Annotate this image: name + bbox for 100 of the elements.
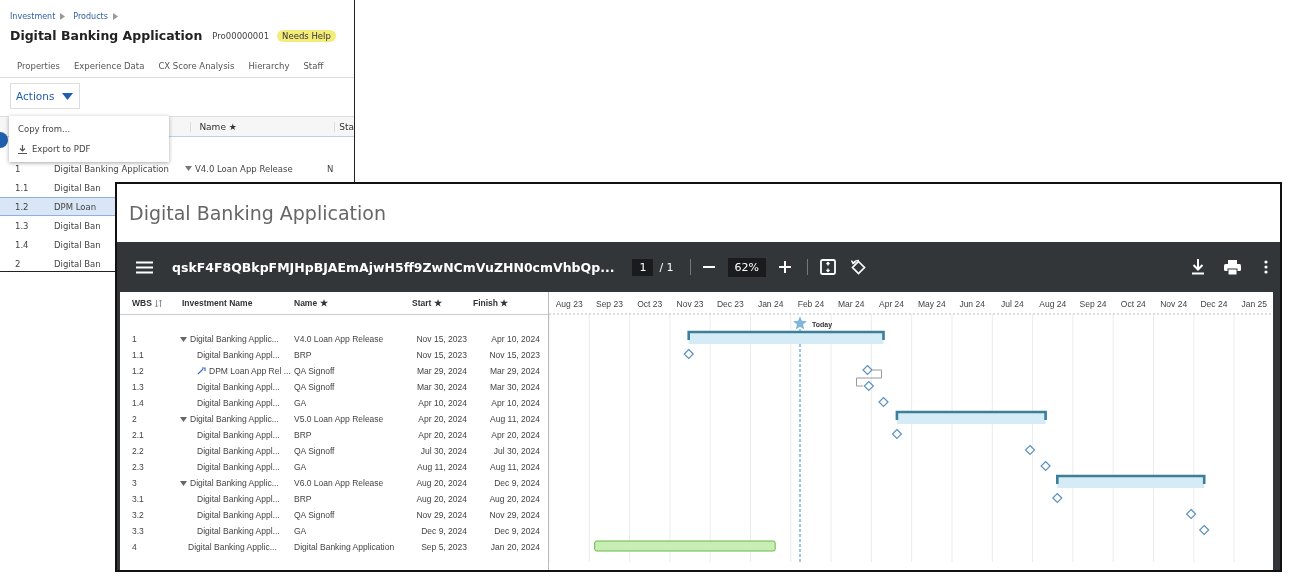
zoom-field[interactable]: 62% (727, 257, 767, 277)
table-cell-text: Nov 29, 2024 (415, 510, 467, 520)
table-cell-text: 1.1 (14, 182, 30, 193)
actions-button[interactable]: Actions (10, 83, 80, 109)
menu-icon[interactable] (136, 260, 153, 274)
fit-page-icon[interactable] (820, 259, 837, 275)
table-cell: Digital Banking Appl... (197, 510, 280, 520)
table-cell-text: 2 (14, 258, 22, 269)
table-cell-text: Aug 20, 2024 (415, 478, 467, 488)
table-cell-text: Apr 20, 2024 (417, 414, 467, 424)
table-cell-text: Aug 20, 2024 (415, 494, 467, 504)
table-cell-text: 1 (14, 163, 22, 174)
table-cell-text: Sep 5, 2023 (420, 542, 467, 552)
table-cell-text: Digital Ban (54, 220, 102, 231)
table-cell-text: 3 (131, 478, 138, 488)
table-cell-text: BRP (293, 430, 313, 440)
table-cell: Digital Banking Applic... (190, 334, 279, 344)
table-cell: V4.0 Loan App Release (195, 163, 293, 174)
table-row[interactable]: 1.3 Digital Ban (0, 216, 115, 235)
table-cell-text: Apr 10, 2024 (490, 334, 540, 344)
column-header: WBS (132, 298, 152, 308)
table-cell-text: Nov 29, 2024 (488, 510, 540, 520)
table-cell-text: Aug 11, 2024 (489, 462, 540, 472)
table-cell: Digital Banking Appl... (197, 526, 280, 536)
column-header: Name ★ (293, 298, 329, 308)
table-cell-text: 1.2 (131, 366, 145, 376)
column-header[interactable]: Sta (334, 121, 354, 132)
tab[interactable]: Hierarchy (248, 61, 290, 71)
table-cell-text: Apr 10, 2024 (417, 398, 467, 408)
table-row[interactable]: 2 Digital Ban (0, 254, 115, 271)
star-icon (793, 316, 807, 330)
milestone-diamond (1024, 444, 1036, 456)
table-cell: Digital Banking Appl... (197, 350, 280, 360)
table-cell-text: Nov 15, 2023 (415, 350, 467, 360)
table-cell-text: QA Signoff (293, 366, 336, 376)
tab[interactable]: Experience Data (73, 61, 145, 71)
table-cell-text: Aug 11, 2024 (489, 414, 540, 424)
tab[interactable]: CX Score Analysis (158, 61, 235, 71)
status-badge: Needs Help (277, 29, 336, 42)
milestone-diamond (1198, 524, 1210, 536)
column-header[interactable]: Name ★ (190, 121, 335, 132)
table-cell: Digital Banking Applic... (190, 414, 279, 424)
month-label: Jun 24 (959, 299, 985, 309)
table-cell-text: V4.0 Loan App Release (293, 334, 385, 344)
table-cell-text: Jul 30, 2024 (419, 446, 467, 456)
table-cell-text: 2.1 (131, 430, 145, 440)
rotate-icon[interactable] (850, 258, 868, 276)
table-row[interactable]: 1.4 Digital Ban (0, 235, 115, 254)
selected-row[interactable]: 1.2 DPM Loan (0, 197, 115, 216)
table-cell-text: 1.3 (14, 220, 30, 231)
table-cell-text: GA (293, 526, 308, 536)
page-number-field[interactable]: 1 (632, 258, 654, 276)
tab[interactable]: Properties (17, 61, 60, 71)
table-cell-text: Digital Ban (54, 239, 102, 250)
menu-item[interactable]: Export to PDF (9, 139, 169, 159)
menu-item[interactable]: Copy from... (9, 119, 169, 139)
table-cell-text: Jul 30, 2024 (492, 446, 540, 456)
milestone-diamond (863, 380, 875, 392)
expand-icon[interactable] (185, 166, 192, 171)
table-cell-text: 1.4 (14, 239, 30, 250)
zoom-in-icon[interactable] (779, 261, 792, 273)
table-cell-text: Jan 20, 2024 (489, 542, 540, 552)
milestone-diamond (891, 428, 903, 440)
month-label: Oct 24 (1120, 299, 1146, 309)
caret-icon (60, 12, 66, 20)
table-cell-text: Mar 30, 2024 (488, 382, 540, 392)
month-label: Jan 25 (1241, 299, 1267, 309)
table-cell-text: Digital Ban (54, 258, 102, 269)
table-cell-text: Apr 20, 2024 (490, 430, 540, 440)
tab[interactable]: Staff (303, 61, 324, 71)
more-options-icon[interactable] (1264, 260, 1268, 274)
table-cell-text: Aug 11, 2024 (416, 462, 467, 472)
table-cell-text: Dec 9, 2024 (420, 526, 467, 536)
table-cell-text: 1 (131, 334, 138, 344)
milestone-diamond (1040, 460, 1051, 472)
milestone-diamond (862, 364, 873, 376)
collapse-handle-icon[interactable] (0, 132, 8, 148)
print-icon[interactable] (1224, 259, 1241, 275)
table-cell-text: 3.3 (131, 526, 145, 536)
table-cell-text: 3.1 (131, 494, 145, 504)
breadcrumb-link[interactable]: Investment (10, 11, 56, 21)
table-cell: Digital Banking Appl... (197, 494, 280, 504)
table-cell-text: QA Signoff (293, 510, 336, 520)
table-cell-text: Nov 15, 2023 (415, 334, 467, 344)
table-cell-text: 2 (131, 414, 138, 424)
table-row[interactable]: 1 Digital Banking Application V4.0 Loan App Release N (0, 159, 354, 178)
table-cell-text: Apr 10, 2024 (490, 398, 540, 408)
table-row[interactable]: 1.1 Digital Ban (0, 178, 115, 197)
column-header: Finish ★ (472, 298, 510, 308)
record-id: Pro00000001 (212, 30, 270, 41)
month-label: Jul 24 (1001, 299, 1024, 309)
column-header: Investment Name (181, 298, 254, 308)
table-cell-text: 4 (131, 542, 138, 552)
file-name: qskF4F8QBkpFMJHpBJAEmAjwH5ff9ZwNCmVuZHN0cmVhbQp... (172, 259, 615, 275)
table-cell-text: V6.0 Loan App Release (293, 478, 385, 488)
month-label: May 24 (917, 299, 946, 309)
window-title: Digital Banking Application (129, 202, 386, 224)
breadcrumb-link[interactable]: Products (73, 11, 108, 21)
dependency-connector (856, 369, 882, 387)
download-icon[interactable] (1191, 259, 1205, 275)
